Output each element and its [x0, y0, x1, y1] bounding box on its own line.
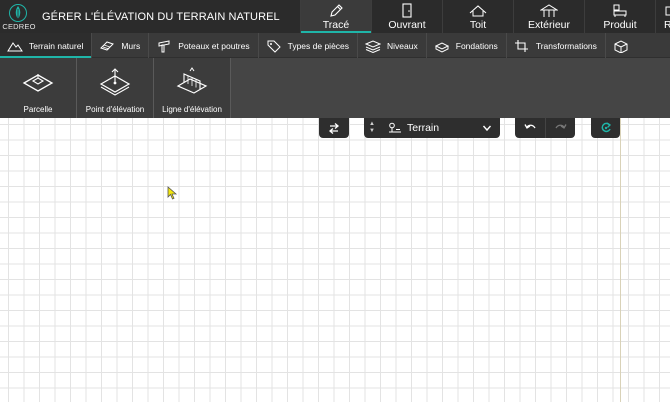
swap-view-button[interactable] [319, 118, 349, 138]
drawing-canvas[interactable] [0, 118, 670, 402]
layer-stepper[interactable]: ▲ ▼ [364, 118, 380, 138]
stepper-up-icon[interactable]: ▲ [369, 121, 375, 128]
tab-produit[interactable]: Produit [584, 0, 655, 33]
subtab-clipped[interactable] [606, 33, 643, 58]
tab-exterieur[interactable]: Extérieur [513, 0, 584, 33]
history-controls [515, 118, 575, 138]
tab-ouvrant[interactable]: Ouvrant [371, 0, 442, 33]
canvas-boundary-line [620, 118, 621, 402]
tab-label: Tracé [322, 19, 350, 31]
roof-icon [469, 5, 487, 17]
elevation-point-icon [99, 68, 131, 96]
redo-icon [554, 124, 567, 129]
chevron-down-icon[interactable] [482, 124, 492, 132]
furniture-icon [613, 4, 627, 17]
tool-group: Parcelle Point d'élévation Ligne d'éléva… [0, 58, 231, 118]
tab-trace[interactable]: Tracé [300, 0, 371, 33]
clipped-tab-icon [665, 6, 670, 16]
tab-toit[interactable]: Toit [442, 0, 513, 33]
cedreo-logo[interactable]: CEDREO [0, 0, 37, 33]
tab-label: Produit [603, 19, 637, 31]
refresh-button[interactable] [591, 118, 620, 138]
layer-selector[interactable]: ▲ ▼ Terrain [364, 118, 500, 138]
beam-icon [158, 39, 170, 52]
pergola-icon [540, 4, 558, 17]
parcel-icon [22, 74, 54, 92]
layer-label: Terrain [407, 122, 440, 134]
foundation-icon [434, 41, 449, 53]
subtab-label: Niveaux [387, 40, 418, 51]
tool-label: Ligne d'élévation [162, 105, 222, 114]
swap-icon [328, 122, 340, 134]
tool-parcelle[interactable]: Parcelle [0, 58, 77, 118]
subtab-niveaux[interactable]: Niveaux [358, 33, 427, 58]
subtab-label: Murs [121, 40, 141, 51]
tool-label: Parcelle [23, 105, 53, 114]
tool-ligne-elevation[interactable]: Ligne d'élévation [154, 58, 231, 118]
crop-icon [514, 39, 528, 52]
tab-label: Toit [469, 19, 487, 31]
brand-name: CEDREO [2, 22, 36, 31]
redo-button[interactable] [545, 118, 575, 138]
mouse-cursor-icon [167, 186, 178, 200]
layers-icon [365, 39, 382, 53]
brick-wall-icon [100, 40, 115, 51]
door-icon [402, 3, 412, 18]
cube-icon [614, 39, 628, 53]
subtab-types-pieces[interactable]: Types de pièces [259, 33, 359, 58]
terrain-level-icon [389, 122, 401, 133]
subtab-label: Terrain naturel [29, 40, 84, 51]
mountain-icon [7, 41, 23, 51]
tab-clipped[interactable]: R [655, 0, 670, 33]
app-header: CEDREO GÉRER L'ÉLÉVATION DU TERRAIN NATU… [0, 0, 670, 33]
subtab-terrain-naturel[interactable]: Terrain naturel [0, 33, 93, 58]
sub-tab-bar: Terrain naturel Murs Poteaux et poutres … [0, 33, 670, 58]
subtab-transformations[interactable]: Transformations [507, 33, 606, 58]
pencil-icon [330, 4, 343, 17]
subtab-murs[interactable]: Murs [92, 33, 150, 58]
tool-point-elevation[interactable]: Point d'élévation [77, 58, 154, 118]
undo-button[interactable] [515, 118, 545, 138]
tab-label: R [664, 19, 670, 31]
tab-label: Ouvrant [388, 19, 426, 31]
tab-label: Extérieur [527, 19, 570, 31]
stepper-down-icon[interactable]: ▼ [369, 128, 375, 135]
main-tab-bar: Tracé Ouvrant Toit Extérieur Produit [300, 0, 670, 33]
subtab-fondations[interactable]: Fondations [427, 33, 507, 58]
undo-icon [524, 124, 536, 129]
tag-icon [267, 40, 281, 53]
subtab-poteaux-poutres[interactable]: Poteaux et poutres [149, 33, 259, 58]
elevation-line-icon [176, 67, 208, 94]
tool-ribbon: Parcelle Point d'élévation Ligne d'éléva… [0, 58, 670, 118]
subtab-label: Types de pièces [287, 40, 350, 51]
subtab-label: Transformations [535, 40, 597, 51]
tool-label: Point d'élévation [85, 105, 145, 114]
page-title: GÉRER L'ÉLÉVATION DU TERRAIN NATUREL [42, 11, 280, 23]
subtab-label: Fondations [455, 40, 498, 51]
subtab-label: Poteaux et poutres [178, 40, 250, 51]
leaf-logo-icon [9, 4, 27, 22]
refresh-icon [601, 122, 611, 133]
